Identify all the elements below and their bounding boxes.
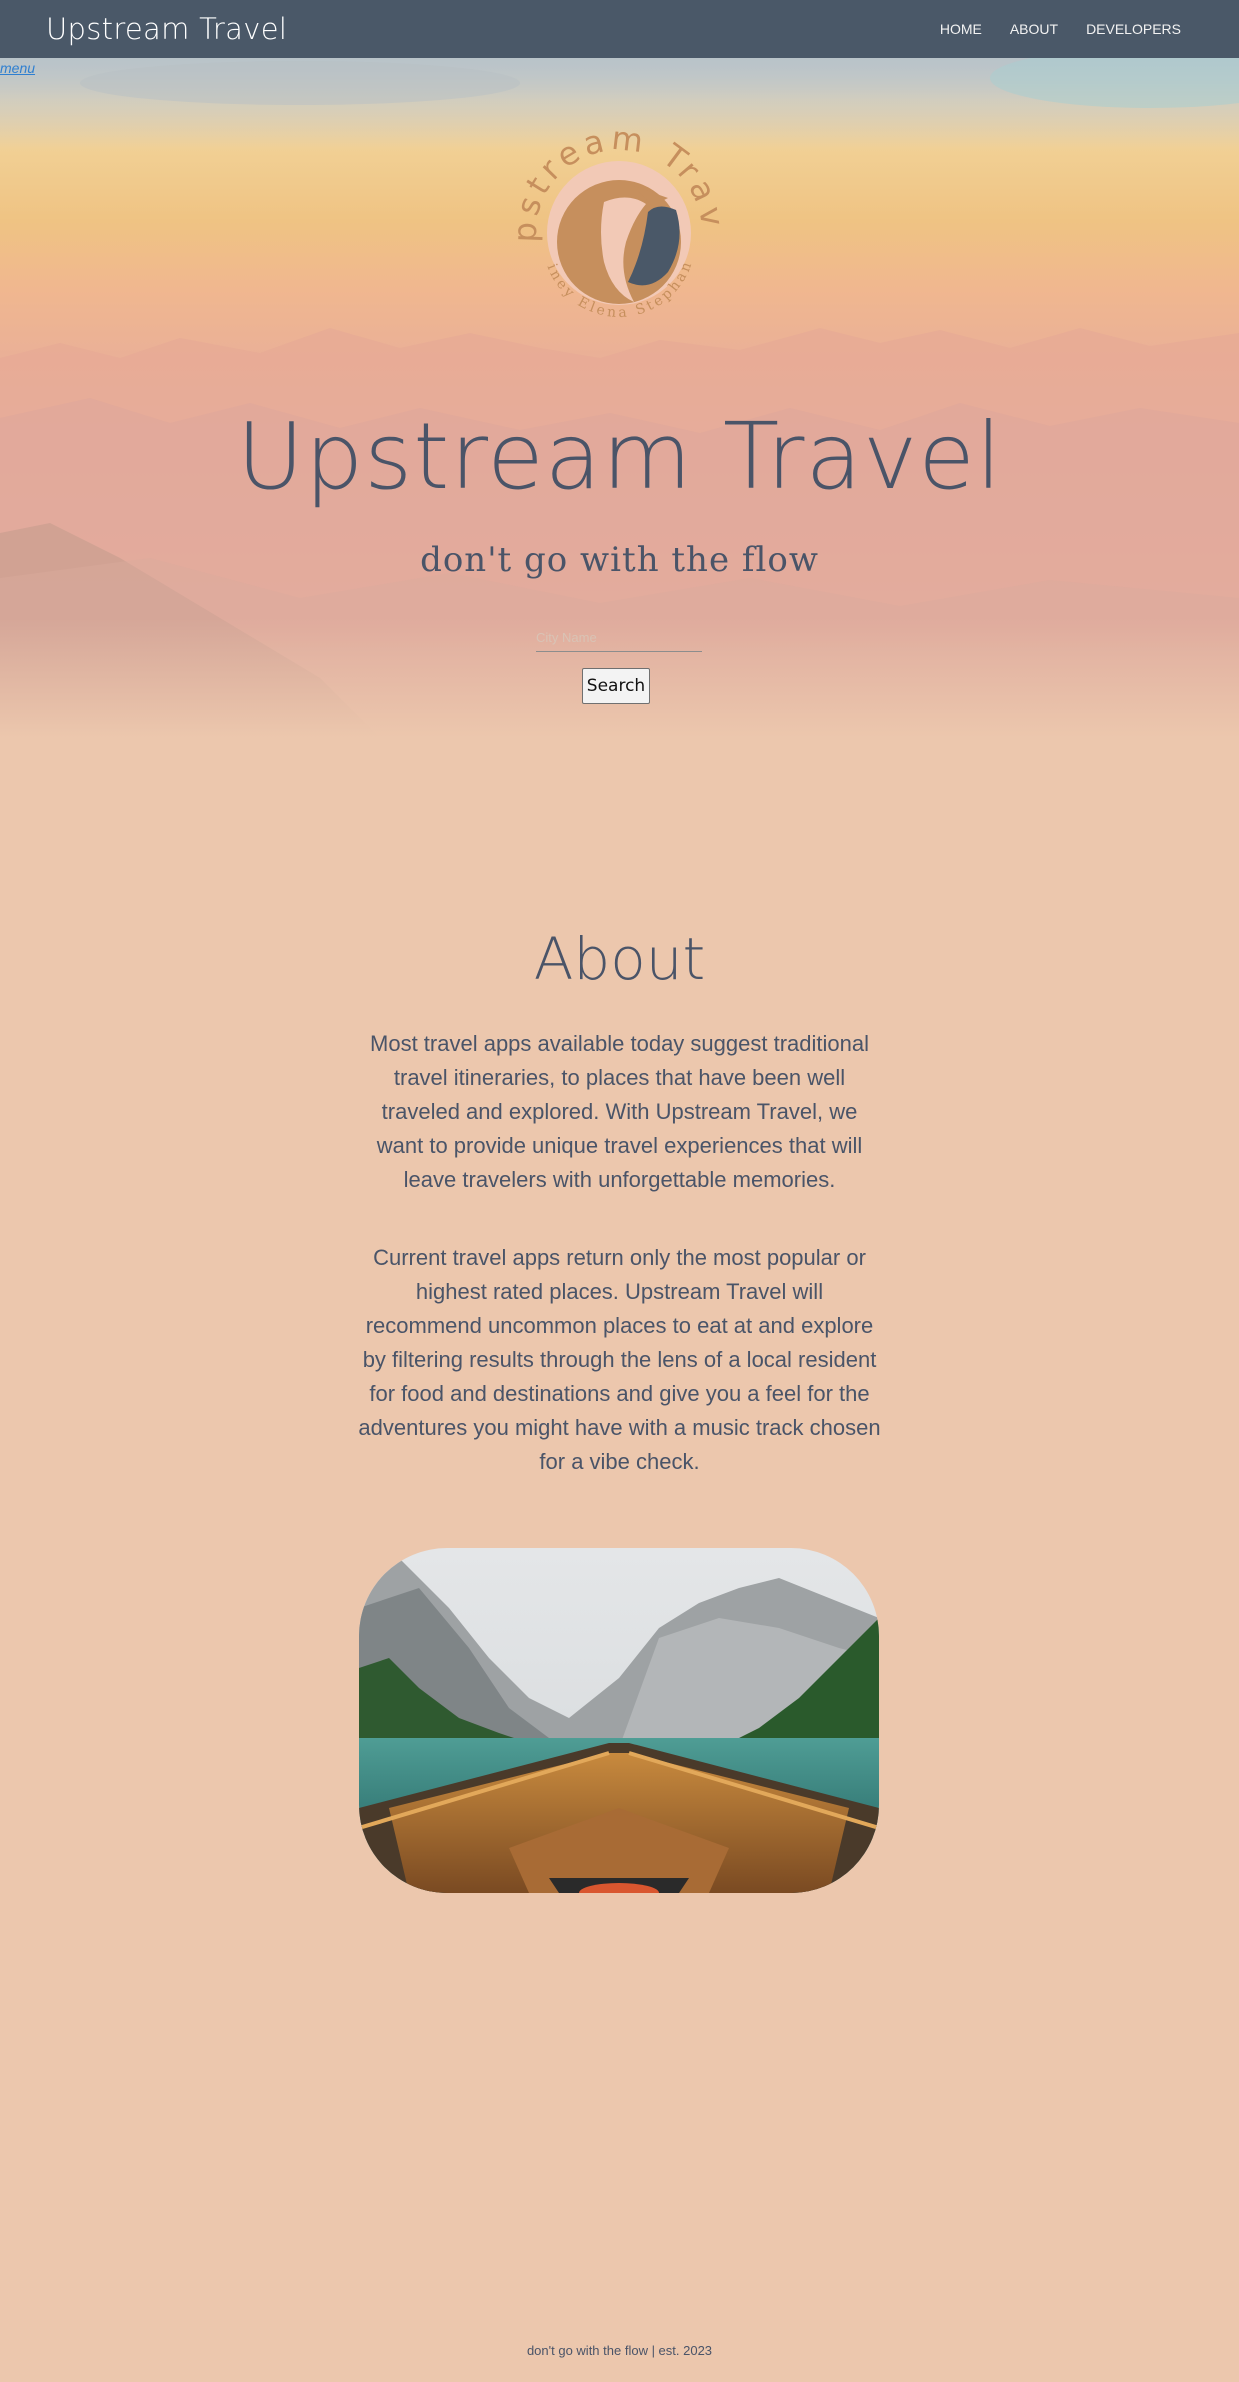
search-button[interactable]: Search [582, 668, 650, 704]
navbar-brand[interactable]: Upstream Travel [46, 12, 287, 46]
nav-link-developers[interactable]: DEVELOPERS [1086, 21, 1181, 37]
hero-tagline: don't go with the flow [420, 540, 819, 580]
about-paragraph-2: Current travel apps return only the most… [358, 1245, 881, 1474]
hero-title: Upstream Travel [236, 403, 1003, 510]
menu-link[interactable]: menu [0, 60, 35, 76]
footer: don't go with the flow | est. 2023 [526, 2343, 713, 2358]
nav-links: HOME ABOUT DEVELOPERS [940, 21, 1181, 37]
city-search-input[interactable] [536, 624, 702, 652]
nav-link-home[interactable]: HOME [940, 21, 982, 37]
about-paragraph-1: Most travel apps available today suggest… [370, 1031, 869, 1192]
hero-section: Upstream Travel Lainey Elena Stephanie U… [0, 58, 1239, 738]
boat-lake-photo [359, 1548, 879, 1893]
about-title: About [533, 925, 706, 993]
nav-link-about[interactable]: ABOUT [1010, 21, 1058, 37]
brand-logo: Upstream Travel Lainey Elena Stephanie [494, 92, 730, 344]
navbar: Upstream Travel HOME ABOUT DEVELOPERS [0, 0, 1239, 58]
